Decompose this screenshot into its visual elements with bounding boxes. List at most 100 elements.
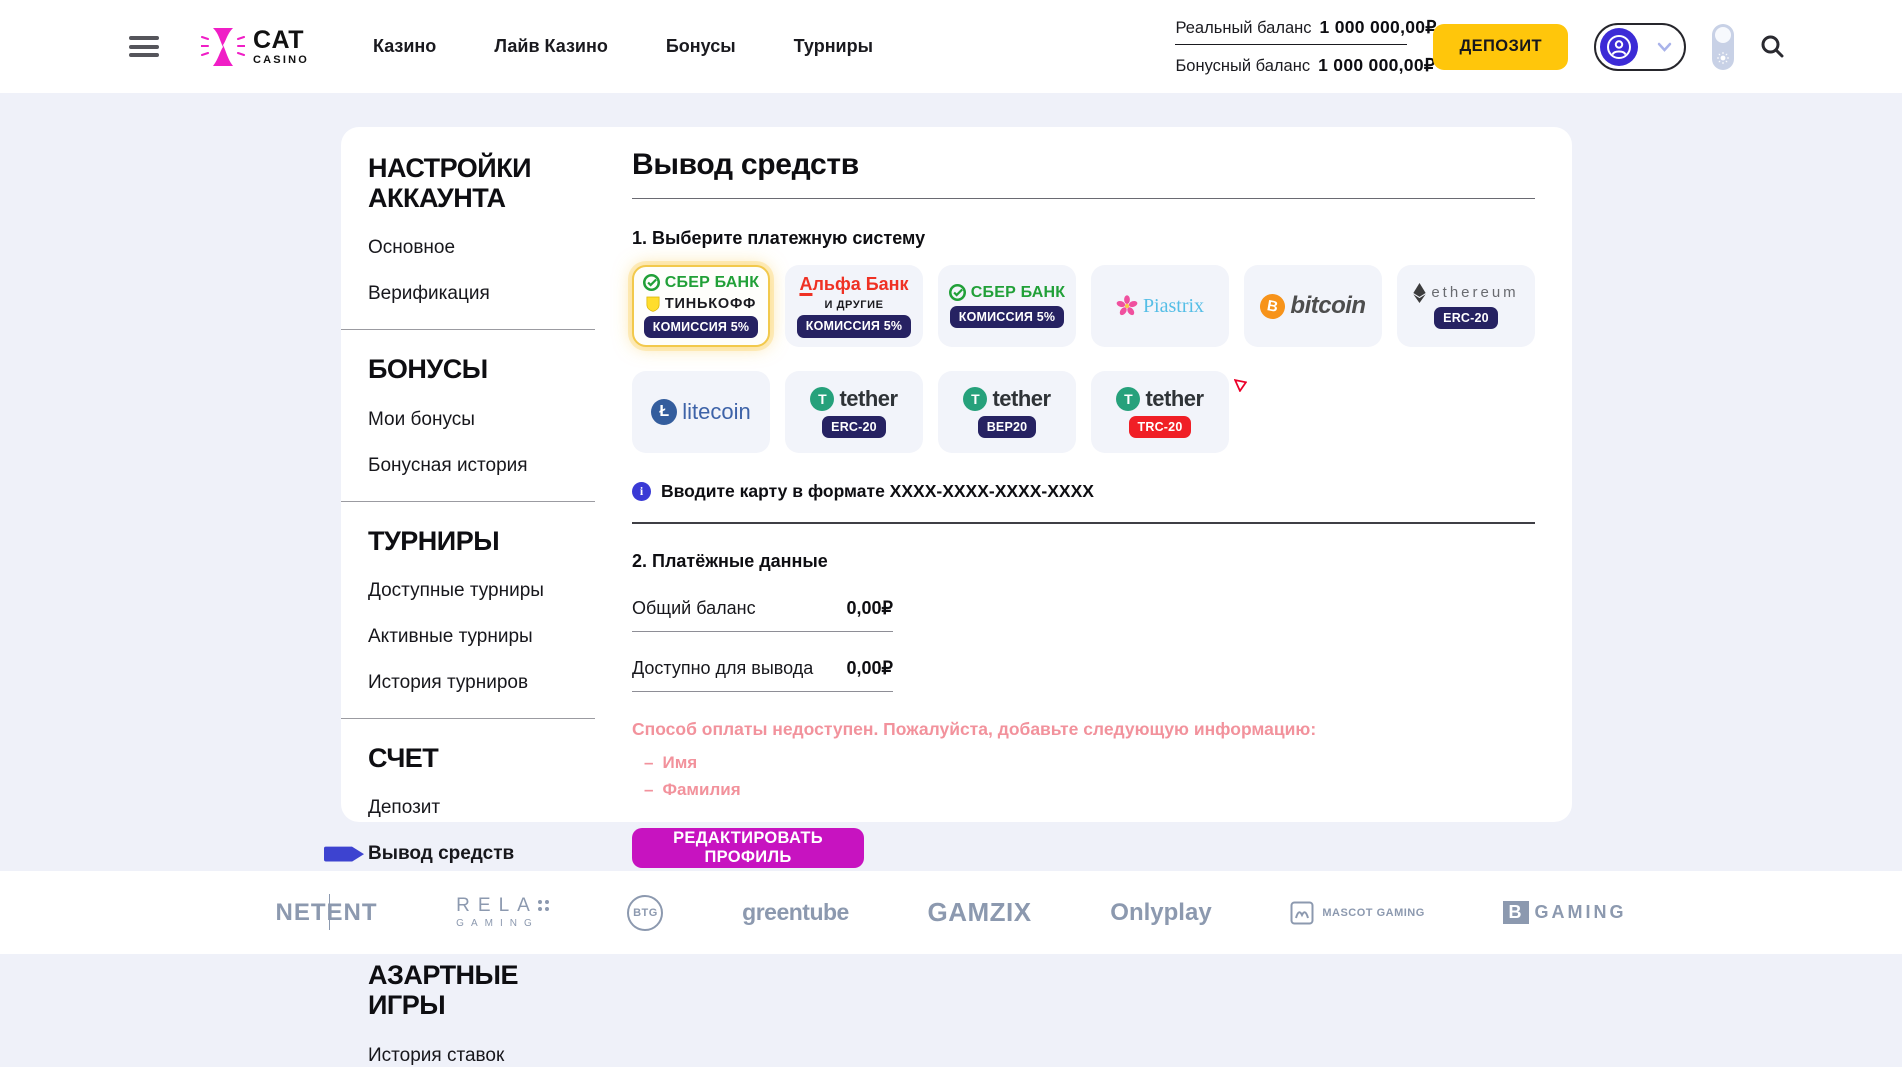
sidebar-section-tournaments: ТУРНИРЫ (368, 526, 568, 556)
sidebar-item-my-bonuses[interactable]: Мои бонусы (368, 409, 475, 431)
sidebar-item-verification[interactable]: Верификация (368, 283, 490, 305)
nav-item-casino[interactable]: Казино (373, 36, 436, 57)
tron-icon (1234, 379, 1247, 392)
payment-tile-sber[interactable]: СБЕР БАНК КОМИССИЯ 5% (938, 265, 1076, 347)
sidebar-divider (341, 718, 595, 719)
sidebar-item-withdrawal-label: Вывод средств (368, 843, 514, 864)
providers-row: NETENT RELA GAMING BTG greentube GAMZIX … (276, 871, 1627, 954)
payment-tile-sber-tinkoff[interactable]: СБЕР БАНК ТИНЬКОФФ КОМИССИЯ 5% (632, 265, 770, 347)
avatar (1600, 28, 1638, 66)
active-item-arrow-icon (324, 847, 364, 862)
tether-icon: T (810, 387, 834, 411)
top-header: CAT CASINO Казино Лайв Казино Бонусы Тур… (0, 0, 1902, 93)
hamburger-menu-icon[interactable] (129, 36, 159, 57)
payment-methods-grid: СБЕР БАНК ТИНЬКОФФ КОМИССИЯ 5% Альфа Бан… (632, 265, 1535, 453)
missing-info-item-last-name: Фамилия (632, 780, 1535, 800)
payment-tile-tether-trc20[interactable]: T tether TRC-20 (1091, 371, 1229, 453)
bonus-balance-row: Бонусный баланс 1 000 000,00₽ (1175, 50, 1407, 76)
available-balance-row: Доступно для вывода 0,00₽ (632, 658, 893, 692)
sidebar-item-withdrawal[interactable]: Вывод средств (368, 843, 514, 865)
edit-profile-button[interactable]: РЕДАКТИРОВАТЬ ПРОФИЛЬ (632, 828, 864, 868)
sidebar-item-main[interactable]: Основное (368, 237, 455, 259)
payment-tile-tether-bep20[interactable]: T tether BEP20 (938, 371, 1076, 453)
balance-block: Реальный баланс 1 000 000,00₽ Бонусный б… (1175, 17, 1407, 76)
payment-name: tether (1145, 386, 1203, 412)
provider-logo-btg[interactable]: BTG (627, 895, 663, 931)
sidebar-item-bet-history[interactable]: История ставок (368, 1045, 504, 1067)
payment-name: ethereum (1431, 284, 1518, 301)
provider-logo-gamzix[interactable]: GAMZIX (928, 897, 1032, 928)
provider-logo-mascot-gaming[interactable]: MASCOT GAMING (1290, 901, 1424, 925)
title-divider (632, 198, 1535, 199)
search-button[interactable] (1760, 34, 1785, 59)
payment-tile-litecoin[interactable]: Ł litecoin (632, 371, 770, 453)
logo-subtitle: CASINO (253, 55, 309, 66)
info-icon: i (632, 482, 651, 501)
commission-badge: КОМИССИЯ 5% (644, 316, 759, 339)
provider-name: NETENT (276, 899, 378, 927)
cat-casino-logo[interactable]: CAT CASINO (201, 26, 309, 68)
netent-line-decoration (329, 894, 330, 930)
provider-name: GAMZIX (928, 897, 1032, 928)
deposit-button[interactable]: ДЕПОЗИТ (1433, 24, 1568, 70)
account-card: НАСТРОЙКИ АККАУНТА Основное Верификация … (341, 127, 1572, 822)
sidebar-section-account-settings: НАСТРОЙКИ АККАУНТА (368, 153, 568, 213)
payment-name: bitcoin (1290, 292, 1365, 320)
provider-logo-relax-gaming[interactable]: RELA GAMING (456, 896, 549, 929)
total-balance-value: 0,00₽ (847, 598, 894, 619)
provider-logo-bgaming[interactable]: BGAMING (1503, 902, 1626, 923)
provider-name: MASCOT GAMING (1322, 907, 1424, 919)
real-balance-value: 1 000 000,00₽ (1320, 17, 1437, 38)
payment-name: СБЕР БАНК (665, 274, 759, 292)
nav-item-tournaments[interactable]: Турниры (794, 36, 873, 57)
network-badge: TRC-20 (1129, 416, 1192, 439)
card-format-note: i Вводите карту в формате XXXX-XXXX-XXXX… (632, 481, 1535, 502)
payment-tile-alfa-bank[interactable]: Альфа Банк И ДРУГИЕ КОМИССИЯ 5% (785, 265, 923, 347)
tether-icon: T (963, 387, 987, 411)
profile-menu[interactable] (1594, 23, 1686, 71)
missing-info-item-first-name: Имя (632, 753, 1535, 773)
provider-logo-greentube[interactable]: greentube (742, 899, 849, 926)
header-right: Реальный баланс 1 000 000,00₽ Бонусный б… (1175, 17, 1785, 76)
ethereum-icon (1413, 283, 1426, 303)
nav-item-live-casino[interactable]: Лайв Казино (494, 36, 608, 57)
sidebar-item-tournament-history[interactable]: История турниров (368, 672, 528, 694)
provider-subname: GAMING (456, 919, 539, 929)
payment-name2: И ДРУГИЕ (824, 299, 883, 311)
network-badge: ERC-20 (1434, 307, 1498, 330)
payment-name: tether (992, 386, 1050, 412)
real-balance-label: Реальный баланс (1175, 19, 1311, 38)
cat-logo-icon (201, 26, 245, 68)
user-icon (1606, 34, 1632, 60)
available-balance-label: Доступно для вывода (632, 658, 813, 679)
payment-name2: ТИНЬКОФФ (665, 296, 756, 312)
bonus-balance-label: Бонусный баланс (1175, 57, 1310, 76)
commission-badge: КОМИССИЯ 5% (950, 306, 1065, 329)
theme-toggle[interactable] (1712, 24, 1734, 70)
payment-tile-tether-erc20[interactable]: T tether ERC-20 (785, 371, 923, 453)
provider-logo-netent[interactable]: NETENT (276, 899, 378, 927)
provider-name: RELA (456, 896, 538, 915)
provider-logo-onlyplay[interactable]: Onlyplay (1110, 899, 1211, 927)
payment-name: Альфа Банк (799, 274, 908, 295)
logo-title: CAT (253, 28, 309, 53)
sidebar-item-deposit[interactable]: Депозит (368, 797, 440, 819)
sidebar-item-active-tournaments[interactable]: Активные турниры (368, 626, 533, 648)
sidebar-item-available-tournaments[interactable]: Доступные турниры (368, 580, 544, 602)
payment-tile-piastrix[interactable]: Piastrix (1091, 265, 1229, 347)
network-badge: BEP20 (978, 416, 1037, 439)
step1-title: 1. Выберите платежную систему (632, 228, 1535, 249)
total-balance-row: Общий баланс 0,00₽ (632, 598, 893, 632)
payment-tile-bitcoin[interactable]: B bitcoin (1244, 265, 1382, 347)
tinkoff-shield-icon (646, 296, 660, 312)
sidebar-divider (341, 501, 595, 502)
provider-name: BGAMING (1503, 902, 1626, 923)
sidebar-item-bonus-history[interactable]: Бонусная история (368, 455, 528, 477)
network-badge: ERC-20 (822, 416, 886, 439)
provider-name: greentube (742, 899, 849, 926)
payment-tile-ethereum[interactable]: ethereum ERC-20 (1397, 265, 1535, 347)
nav-item-bonuses[interactable]: Бонусы (666, 36, 736, 57)
payment-name: litecoin (682, 399, 750, 425)
piastrix-flower-icon (1116, 295, 1138, 317)
sber-icon (949, 284, 966, 301)
